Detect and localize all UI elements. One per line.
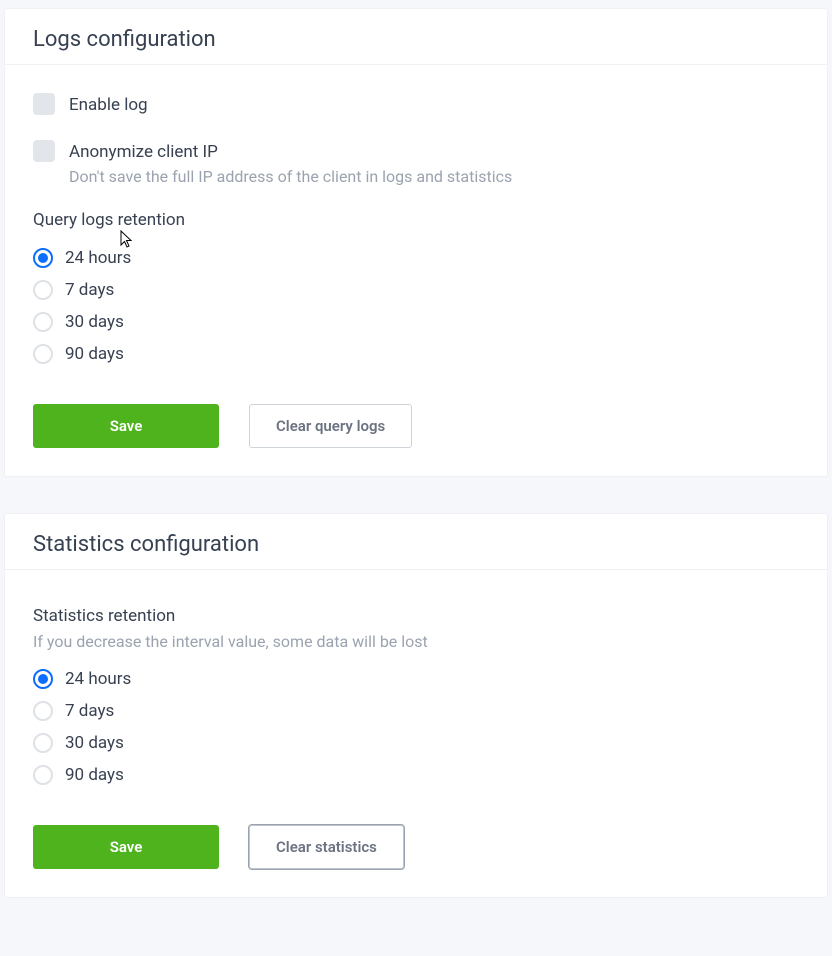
stats-retention-option-2[interactable]: 30 days bbox=[33, 733, 799, 753]
stats-retention-heading: Statistics retention If you decrease the… bbox=[33, 606, 799, 651]
anonymize-ip-checkbox[interactable] bbox=[33, 140, 55, 162]
stats-retention-group: 24 hours 7 days 30 days 90 days bbox=[33, 669, 799, 797]
stats-card-body: Statistics retention If you decrease the… bbox=[5, 570, 827, 897]
stats-retention-desc: If you decrease the interval value, some… bbox=[33, 632, 799, 651]
anonymize-ip-row[interactable]: Anonymize client IP Don't save the full … bbox=[33, 140, 799, 186]
query-retention-label: Query logs retention bbox=[33, 210, 799, 230]
query-retention-radio-3[interactable] bbox=[33, 344, 53, 364]
stats-retention-option-1[interactable]: 7 days bbox=[33, 701, 799, 721]
enable-log-row[interactable]: Enable log bbox=[33, 93, 799, 116]
stats-retention-radio-1[interactable] bbox=[33, 701, 53, 721]
query-retention-option-1[interactable]: 7 days bbox=[33, 280, 799, 300]
stats-retention-option-0[interactable]: 24 hours bbox=[33, 669, 799, 689]
anonymize-ip-text: Anonymize client IP Don't save the full … bbox=[69, 140, 512, 186]
query-retention-option-3[interactable]: 90 days bbox=[33, 344, 799, 364]
stats-retention-option-3[interactable]: 90 days bbox=[33, 765, 799, 785]
clear-statistics-button[interactable]: Clear statistics bbox=[249, 825, 404, 869]
stats-retention-label-0: 24 hours bbox=[65, 669, 131, 689]
query-retention-option-0[interactable]: 24 hours bbox=[33, 248, 799, 268]
logs-card-body: Enable log Anonymize client IP Don't sav… bbox=[5, 65, 827, 476]
stats-retention-label-2: 30 days bbox=[65, 733, 124, 753]
query-retention-label-2: 30 days bbox=[65, 312, 124, 332]
save-logs-button[interactable]: Save bbox=[33, 404, 219, 448]
logs-card: Logs configuration Enable log Anonymize … bbox=[4, 8, 828, 477]
query-retention-option-2[interactable]: 30 days bbox=[33, 312, 799, 332]
query-retention-radio-2[interactable] bbox=[33, 312, 53, 332]
enable-log-checkbox[interactable] bbox=[33, 93, 55, 115]
logs-card-title: Logs configuration bbox=[33, 27, 799, 52]
stats-retention-radio-3[interactable] bbox=[33, 765, 53, 785]
query-retention-label-3: 90 days bbox=[65, 344, 124, 364]
enable-log-label: Enable log bbox=[69, 93, 148, 116]
enable-log-text: Enable log bbox=[69, 93, 148, 116]
query-retention-radio-1[interactable] bbox=[33, 280, 53, 300]
clear-query-logs-button[interactable]: Clear query logs bbox=[249, 404, 412, 448]
stats-retention-radio-2[interactable] bbox=[33, 733, 53, 753]
save-stats-button[interactable]: Save bbox=[33, 825, 219, 869]
stats-card-header: Statistics configuration bbox=[5, 514, 827, 570]
stats-button-row: Save Clear statistics bbox=[33, 825, 799, 869]
query-retention-label-0: 24 hours bbox=[65, 248, 131, 268]
stats-card: Statistics configuration Statistics rete… bbox=[4, 513, 828, 898]
stats-retention-label-1: 7 days bbox=[65, 701, 114, 721]
query-retention-label-1: 7 days bbox=[65, 280, 114, 300]
stats-retention-label-3: 90 days bbox=[65, 765, 124, 785]
query-retention-group: 24 hours 7 days 30 days 90 days bbox=[33, 248, 799, 376]
stats-card-title: Statistics configuration bbox=[33, 532, 799, 557]
anonymize-ip-label: Anonymize client IP bbox=[69, 140, 512, 163]
stats-retention-label: Statistics retention bbox=[33, 606, 799, 626]
page: Logs configuration Enable log Anonymize … bbox=[0, 0, 832, 898]
logs-card-header: Logs configuration bbox=[5, 9, 827, 65]
anonymize-ip-desc: Don't save the full IP address of the cl… bbox=[69, 167, 512, 186]
query-retention-radio-0[interactable] bbox=[33, 248, 53, 268]
logs-button-row: Save Clear query logs bbox=[33, 404, 799, 448]
stats-retention-radio-0[interactable] bbox=[33, 669, 53, 689]
